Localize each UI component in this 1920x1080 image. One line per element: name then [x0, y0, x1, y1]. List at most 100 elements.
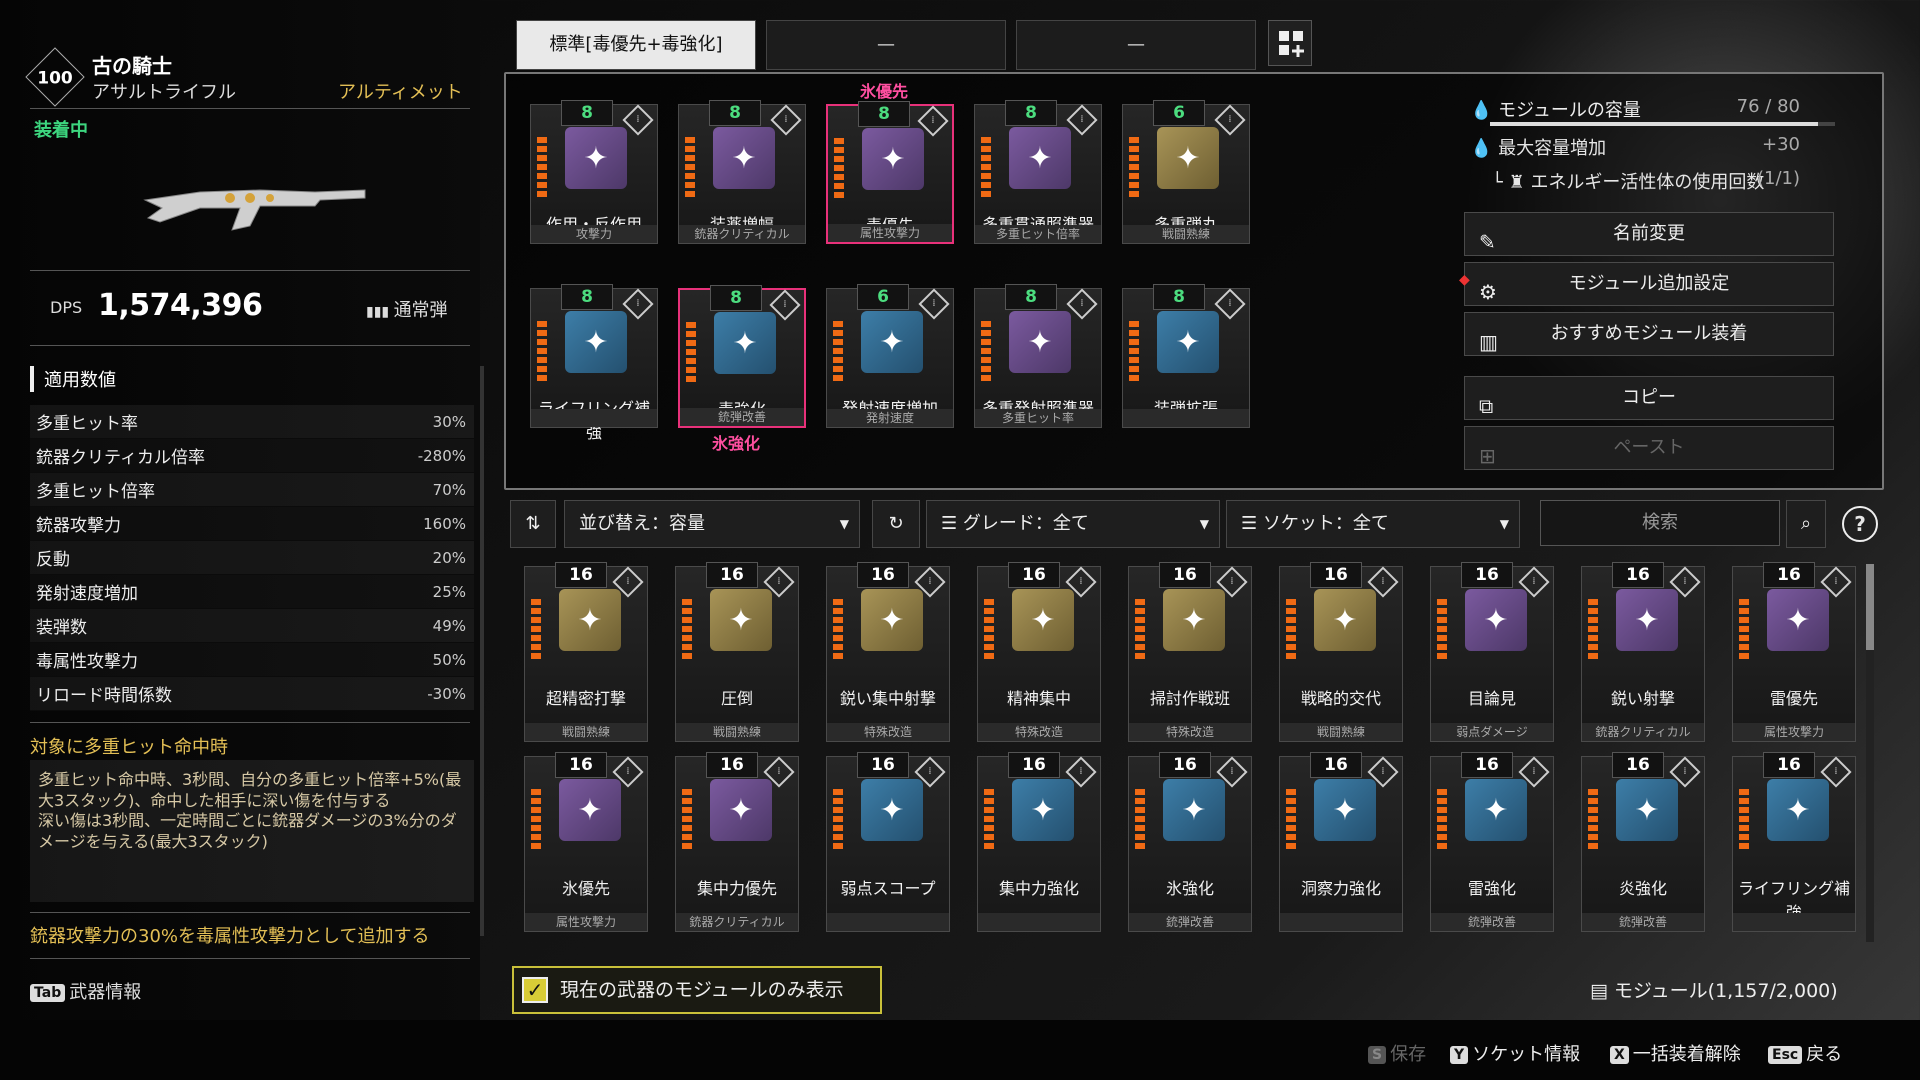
module-card[interactable]: 16 ⁞ ✦ 目論見 弱点ダメージ	[1430, 562, 1554, 742]
module-capacity: 8	[561, 100, 613, 126]
module-name: 氷強化	[1165, 879, 1214, 898]
module-category: 特殊改造	[978, 723, 1100, 741]
preset-tab-1[interactable]: 標準[毒優先+毒強化]	[516, 20, 756, 70]
module-card[interactable]: 16 ⁞ ✦ 鋭い集中射撃 特殊改造	[826, 562, 950, 742]
socket-dropdown[interactable]: ☰ ソケット：全て ▼	[1226, 500, 1520, 548]
module-capacity: 6	[857, 284, 909, 310]
divider	[30, 912, 470, 913]
sort-dropdown[interactable]: 並び替え：容量 ▼	[564, 500, 860, 548]
module-card[interactable]: 16 ⁞ ✦ 集中力優先 銃器クリティカル	[675, 752, 799, 932]
module-name: 雷強化	[1467, 879, 1516, 898]
module-icon: ✦	[713, 127, 775, 189]
module-capacity: 16	[555, 562, 607, 588]
module-card[interactable]: 16 ⁞ ✦ 氷強化 銃弾改善	[1128, 752, 1252, 932]
stat-label: 多重ヒット率	[36, 414, 138, 434]
save-button[interactable]: S 保存	[1368, 1040, 1426, 1066]
capacity-bar	[1490, 122, 1835, 126]
stat-value: 30%	[432, 412, 466, 431]
module-card[interactable]: 8⁞✦装弾拡張	[1122, 284, 1250, 428]
chevron-down-icon: ▼	[1499, 517, 1509, 531]
module-icon: ✦	[1616, 779, 1678, 841]
rarity-bars	[981, 321, 991, 383]
module-icon: ✦	[1012, 589, 1074, 651]
copy-button[interactable]: ⧉ コピー	[1464, 376, 1834, 420]
search-button[interactable]: ⌕	[1786, 500, 1826, 548]
stat-label: 銃器クリティカル倍率	[36, 448, 205, 468]
module-card[interactable]: 8⁞✦多重発射照準器多重ヒット率	[974, 284, 1102, 428]
module-card[interactable]: 16⁞✦ライフリング補強	[1732, 752, 1856, 932]
reset-filter-button[interactable]: ↻	[872, 500, 920, 548]
rarity-bars	[537, 321, 547, 383]
grade-dropdown[interactable]: ☰ グレード：全て ▼	[926, 500, 1220, 548]
module-category: 属性攻撃力	[525, 913, 647, 931]
weapon-rarity: アルティメット	[338, 82, 463, 103]
ammo-type: ▮▮▮ 通常弾	[366, 300, 448, 321]
module-add-settings-button[interactable]: ⚙ ◆ モジュール追加設定	[1459, 262, 1834, 306]
module-category	[978, 913, 1100, 931]
socket-info-button[interactable]: Y ソケット情報	[1450, 1040, 1580, 1066]
module-icon: ✦	[1157, 127, 1219, 189]
stats-list: 多重ヒット率 30% 銃器クリティカル倍率 -280% 多重ヒット倍率 70% 銃器攻撃力 1…	[30, 405, 474, 711]
module-name: 精神集中	[1006, 689, 1071, 708]
stat-row: 多重ヒット倍率 70%	[30, 473, 474, 507]
module-card[interactable]: 8⁞✦ライフリング補強	[530, 284, 658, 442]
rename-button[interactable]: ✎ 名前変更	[1464, 212, 1834, 256]
module-card[interactable]: 16 ⁞ ✦ 超精密打撃 戦闘熟練	[524, 562, 648, 742]
rarity-bars	[833, 321, 843, 383]
module-category: 戦闘熟練	[676, 723, 798, 741]
add-preset-button[interactable]	[1268, 20, 1312, 66]
module-card[interactable]: 16 ⁞ ✦ 洞察力強化	[1279, 752, 1403, 932]
stat-row: 反動 20%	[30, 541, 474, 575]
module-card[interactable]: 16 ⁞ ✦ 集中力強化	[977, 752, 1101, 932]
unequip-all-button[interactable]: X 一括装着解除	[1610, 1040, 1741, 1066]
help-icon[interactable]: ?	[1842, 506, 1878, 542]
stats-scrollbar[interactable]	[480, 366, 484, 936]
module-capacity: 8	[709, 100, 761, 126]
stat-value: -30%	[427, 684, 466, 703]
module-category: 銃弾改善	[1129, 913, 1251, 931]
module-card[interactable]: 8⁞✦多重貫通照準器多重ヒット倍率	[974, 100, 1102, 244]
module-card[interactable]: 16 ⁞ ✦ 圧倒 戦闘熟練	[675, 562, 799, 742]
preset-tab-2[interactable]: —	[766, 20, 1006, 70]
module-category: 銃弾改善	[1582, 913, 1704, 931]
module-card[interactable]: 16 ⁞ ✦ 弱点スコープ	[826, 752, 950, 932]
weapon-type: アサルトライフル	[92, 82, 236, 103]
rarity-bars	[1286, 789, 1296, 851]
module-card[interactable]: 16 ⁞ ✦ 炎強化 銃弾改善	[1581, 752, 1705, 932]
module-card[interactable]: 16 ⁞ ✦ 鋭い射撃 銃器クリティカル	[1581, 562, 1705, 742]
rarity-bars	[1135, 599, 1145, 661]
module-card[interactable]: 16 ⁞ ✦ 雷優先 属性攻撃力	[1732, 562, 1856, 742]
inventory-scrollbar[interactable]	[1866, 564, 1874, 942]
module-icon: ✦	[1767, 779, 1829, 841]
module-name: 集中力優先	[696, 879, 777, 898]
module-card[interactable]: 6⁞✦多重弾丸戦闘熟練	[1122, 100, 1250, 244]
sort-order-button[interactable]: ⇅	[510, 500, 556, 548]
rarity-bars	[834, 138, 844, 200]
edit-icon: ✎	[1479, 230, 1496, 254]
module-card[interactable]: 8⁞✦毒強化銃弾改善	[678, 285, 806, 428]
module-card[interactable]: 8⁞✦装薬増幅銃器クリティカル	[678, 100, 806, 244]
current-weapon-only-checkbox[interactable]: ✓ 現在の武器のモジュールのみ表示	[512, 966, 882, 1014]
weapon-info-tab-hint[interactable]: Tab 武器情報	[30, 978, 141, 1004]
module-card[interactable]: 16 ⁞ ✦ 掃討作戦班 特殊改造	[1128, 562, 1252, 742]
module-card[interactable]: 6⁞✦発射速度増加発射速度	[826, 284, 954, 428]
inventory-icon: ▤	[1590, 980, 1608, 1002]
module-card[interactable]: 16 ⁞ ✦ 雷強化 銃弾改善	[1430, 752, 1554, 932]
module-card[interactable]: 16 ⁞ ✦ 氷優先 属性攻撃力	[524, 752, 648, 932]
module-icon: ✦	[565, 127, 627, 189]
recommend-equip-button[interactable]: ▥ おすすめモジュール装着	[1464, 312, 1834, 356]
stat-label: 反動	[36, 550, 70, 570]
back-button[interactable]: Esc 戻る	[1768, 1040, 1842, 1066]
module-icon: ✦	[1314, 779, 1376, 841]
preset-tab-3[interactable]: —	[1016, 20, 1256, 70]
drop-icon: 💧	[1470, 100, 1493, 121]
module-card[interactable]: 16 ⁞ ✦ 精神集中 特殊改造	[977, 562, 1101, 742]
module-icon: ✦	[1009, 127, 1071, 189]
paste-button[interactable]: ⊞ ペースト	[1464, 426, 1834, 470]
rarity-bars	[833, 599, 843, 661]
module-icon: ✦	[1767, 589, 1829, 651]
search-input[interactable]: 検索	[1540, 500, 1780, 546]
module-card[interactable]: 16 ⁞ ✦ 戦略的交代 戦闘熟練	[1279, 562, 1403, 742]
module-card[interactable]: 8⁞✦作用・反作用攻撃力	[530, 100, 658, 244]
module-card[interactable]: 8⁞✦毒優先属性攻撃力	[826, 101, 954, 244]
